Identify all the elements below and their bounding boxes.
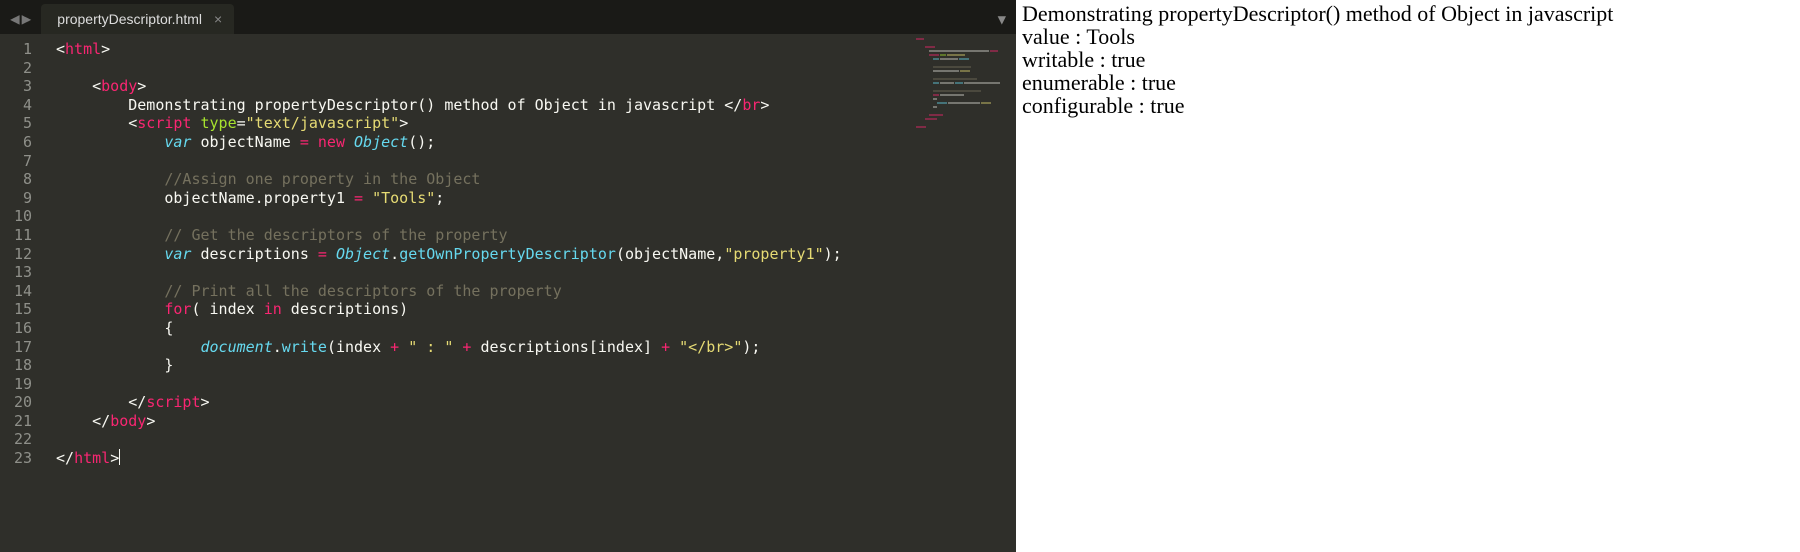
line-number-gutter: 1234567891011121314151617181920212223 [0,34,46,552]
code-line: </html> [56,449,1016,468]
code-line: Demonstrating propertyDescriptor() metho… [56,96,1016,115]
code-line: // Print all the descriptors of the prop… [56,282,1016,301]
code-line [56,152,1016,171]
line-number: 22 [0,430,32,449]
code-line: </body> [56,412,1016,431]
line-number: 15 [0,300,32,319]
output-line: configurable : true [1022,94,1794,117]
line-number: 6 [0,133,32,152]
close-icon[interactable]: × [214,11,222,27]
minimap[interactable] [916,38,1012,118]
line-number: 8 [0,170,32,189]
line-number: 21 [0,412,32,431]
code-line [56,59,1016,78]
output-line: writable : true [1022,48,1794,71]
line-number: 14 [0,282,32,301]
code-line: { [56,319,1016,338]
code-line: for( index in descriptions) [56,300,1016,319]
line-number: 16 [0,319,32,338]
code-line: var descriptions = Object.getOwnProperty… [56,245,1016,264]
line-number: 9 [0,189,32,208]
code-line [56,430,1016,449]
line-number: 1 [0,40,32,59]
editor-pane: ◀ ▶ propertyDescriptor.html × ▼ 12345678… [0,0,1016,552]
code-line: <body> [56,77,1016,96]
line-number: 13 [0,263,32,282]
line-number: 10 [0,207,32,226]
line-number: 19 [0,375,32,394]
code-line [56,263,1016,282]
nav-next-icon[interactable]: ▶ [22,9,32,28]
tab-dropdown-icon[interactable]: ▼ [998,12,1006,28]
line-number: 18 [0,356,32,375]
line-number: 20 [0,393,32,412]
code-line [56,375,1016,394]
output-line: value : Tools [1022,25,1794,48]
tab-active[interactable]: propertyDescriptor.html × [41,4,234,34]
output-line: Demonstrating propertyDescriptor() metho… [1022,2,1794,25]
tab-bar: ◀ ▶ propertyDescriptor.html × ▼ [0,0,1016,34]
line-number: 3 [0,77,32,96]
line-number: 12 [0,245,32,264]
line-number: 5 [0,114,32,133]
code-line: document.write(index + " : " + descripti… [56,338,1016,357]
nav-arrows: ◀ ▶ [0,9,41,34]
tab-filename: propertyDescriptor.html [57,11,202,27]
code-area[interactable]: <html> <body> Demonstrating propertyDesc… [46,34,1016,552]
code-line: } [56,356,1016,375]
text-cursor [119,449,120,465]
code-line: //Assign one property in the Object [56,170,1016,189]
code-line: objectName.property1 = "Tools"; [56,189,1016,208]
code-line: // Get the descriptors of the property [56,226,1016,245]
output-line: enumerable : true [1022,71,1794,94]
line-number: 7 [0,152,32,171]
code-line: </script> [56,393,1016,412]
nav-prev-icon[interactable]: ◀ [10,9,20,28]
line-number: 4 [0,96,32,115]
line-number: 2 [0,59,32,78]
code-line [56,207,1016,226]
line-number: 11 [0,226,32,245]
code-line: <script type="text/javascript"> [56,114,1016,133]
editor-body: 1234567891011121314151617181920212223 <h… [0,34,1016,552]
line-number: 17 [0,338,32,357]
code-line: <html> [56,40,1016,59]
line-number: 23 [0,449,32,468]
browser-output-pane: Demonstrating propertyDescriptor() metho… [1016,0,1800,552]
code-line: var objectName = new Object(); [56,133,1016,152]
